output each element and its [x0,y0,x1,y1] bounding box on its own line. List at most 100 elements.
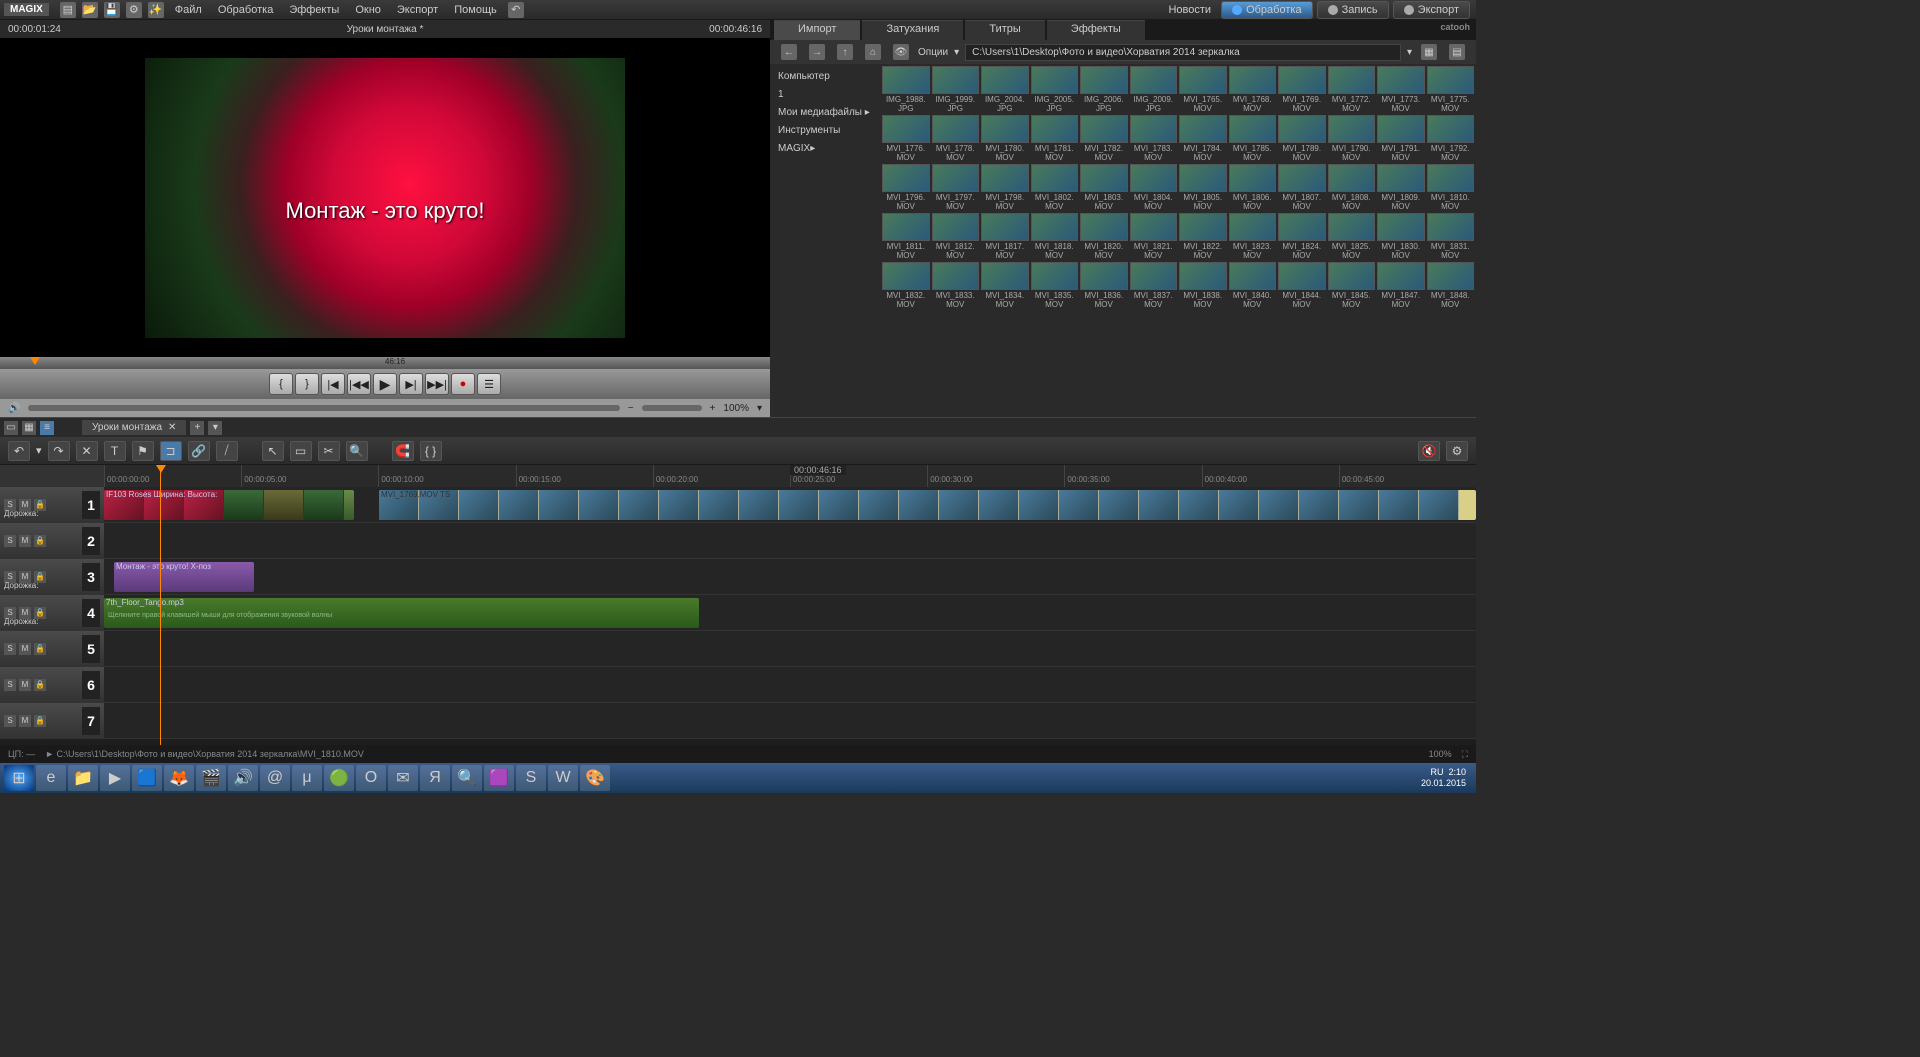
icq-icon[interactable]: 🟢 [324,765,354,791]
opera-icon[interactable]: O [356,765,386,791]
media-thumb[interactable]: MVI_1769.MOV [1278,66,1326,113]
timeline-playhead[interactable] [160,465,161,745]
view-mode-1-icon[interactable]: ▭ [4,421,18,435]
video-preview[interactable]: Монтаж - это круто! [0,38,770,357]
media-thumb[interactable]: MVI_1810.MOV [1427,164,1475,211]
redo-button[interactable]: ↷ [48,441,70,461]
list-view-icon[interactable]: ▤ [1449,44,1465,60]
options-dropdown[interactable]: Опции [918,47,948,58]
explorer-icon[interactable]: 📁 [68,765,98,791]
menu-Обработка[interactable]: Обработка [210,2,281,18]
media-thumb[interactable]: MVI_1789.MOV [1278,115,1326,162]
media-thumb[interactable]: MVI_1848.MOV [1427,262,1475,309]
media-tab-1[interactable]: Затухания [862,20,963,40]
media-tab-2[interactable]: Титры [965,20,1044,40]
goto-end-button[interactable]: ▶▶| [425,373,449,395]
media-thumb[interactable]: MVI_1804.MOV [1130,164,1178,211]
menu-Экспорт[interactable]: Экспорт [389,2,446,18]
start-button[interactable]: ⊞ [4,765,34,791]
ie-icon[interactable]: e [36,765,66,791]
track-head-3[interactable]: SM🔒Дорожка:3 [0,559,104,594]
magix-taskbar-icon[interactable]: 🎨 [580,765,610,791]
media-thumb[interactable]: MVI_1823.MOV [1229,213,1277,260]
add-project-button[interactable]: + [190,421,204,435]
view-mode-2-icon[interactable]: ▦ [22,421,36,435]
project-tab[interactable]: Уроки монтажа ✕ [82,420,186,435]
news-link[interactable]: Новости [1160,2,1219,18]
mixer-icon[interactable]: ⚙ [1446,441,1468,461]
wmp-icon[interactable]: ▶ [100,765,130,791]
catooh-logo[interactable]: catooh [1434,20,1476,40]
media-tab-3[interactable]: Эффекты [1047,20,1145,40]
cut-tool[interactable]: ✂ [318,441,340,461]
media-thumb[interactable]: MVI_1825.MOV [1328,213,1376,260]
media-thumb[interactable]: MVI_1834.MOV [981,262,1029,309]
record-button[interactable]: ● [451,373,475,395]
media-thumb[interactable]: MVI_1784.MOV [1179,115,1227,162]
media-thumb[interactable]: MVI_1831.MOV [1427,213,1475,260]
media-thumb[interactable]: MVI_1836.MOV [1080,262,1128,309]
media-thumb[interactable]: MVI_1809.MOV [1377,164,1425,211]
track-content-7[interactable] [104,703,1476,738]
track-head-1[interactable]: SM🔒Дорожка:1 [0,487,104,522]
track-head-7[interactable]: SM🔒7 [0,703,104,738]
taskbar-lang[interactable]: RU [1430,767,1443,777]
range-end-button[interactable]: } [295,373,319,395]
solo-button[interactable]: S [4,535,16,547]
export-mode-button[interactable]: Экспорт [1393,1,1470,19]
tree-folder-1[interactable]: 1 [778,86,872,104]
media-thumb[interactable]: MVI_1790.MOV [1328,115,1376,162]
mute-button[interactable]: M [19,535,31,547]
range-start-button[interactable]: { [269,373,293,395]
prev-frame-button[interactable]: |◀ [321,373,345,395]
media-thumb[interactable]: MVI_1791.MOV [1377,115,1425,162]
word-icon[interactable]: W [548,765,578,791]
tree-mymedia[interactable]: Мои медиафайлы ▸ [778,104,872,122]
arrow-tool[interactable]: ↖ [262,441,284,461]
taskbar-date[interactable]: 20.01.2015 [1421,778,1466,788]
media-thumb[interactable]: MVI_1796.MOV [882,164,930,211]
tree-magix-tools[interactable]: Инструменты MAGIX▸ [778,122,872,158]
media-thumb[interactable]: MVI_1808.MOV [1328,164,1376,211]
yandex-icon[interactable]: Я [420,765,450,791]
scrub-bar[interactable]: 46:16 [0,357,770,369]
media-thumb[interactable]: MVI_1780.MOV [981,115,1029,162]
track-head-2[interactable]: SM🔒2 [0,523,104,558]
lock-icon[interactable]: 🔒 [34,535,46,547]
media-thumb[interactable]: IMG_2005.JPG [1031,66,1079,113]
speaker-left-icon[interactable]: 🔊 [8,403,20,414]
media-thumb[interactable]: MVI_1782.MOV [1080,115,1128,162]
media-thumb[interactable]: MVI_1844.MOV [1278,262,1326,309]
link-button[interactable]: 🔗 [188,441,210,461]
undo-button[interactable]: ↶ [8,441,30,461]
audio-slider[interactable] [28,405,619,411]
media-tree[interactable]: Компьютер 1 Мои медиафайлы ▸ Инструменты… [770,64,880,417]
media-thumb[interactable]: MVI_1781.MOV [1031,115,1079,162]
lock-icon[interactable]: 🔒 [34,715,46,727]
mail-icon[interactable]: @ [260,765,290,791]
menu-Файл[interactable]: Файл [167,2,210,18]
media-thumb[interactable]: MVI_1776.MOV [882,115,930,162]
app-icon-2[interactable]: ✉ [388,765,418,791]
view-mode-3-icon[interactable]: ≡ [40,421,54,435]
media-thumb[interactable]: MVI_1772.MOV [1328,66,1376,113]
media-thumb[interactable]: MVI_1803.MOV [1080,164,1128,211]
media-thumb[interactable]: MVI_1792.MOV [1427,115,1475,162]
delete-button[interactable]: ✕ [76,441,98,461]
select-tool[interactable]: ▭ [290,441,312,461]
new-icon[interactable]: ▤ [60,2,76,18]
track-content-5[interactable] [104,631,1476,666]
media-thumb[interactable]: MVI_1835.MOV [1031,262,1079,309]
clip-images[interactable]: IF103 Roses Ширина: Высота: [104,490,354,520]
taskbar-time[interactable]: 2:10 [1448,767,1466,777]
close-tab-icon[interactable]: ✕ [168,422,176,433]
save-icon[interactable]: 💾 [104,2,120,18]
media-thumb[interactable]: MVI_1818.MOV [1031,213,1079,260]
search-icon[interactable]: 🔍 [452,765,482,791]
title-tool-button[interactable]: T [104,441,126,461]
media-thumb[interactable]: MVI_1838.MOV [1179,262,1227,309]
media-thumb[interactable]: MVI_1773.MOV [1377,66,1425,113]
media-thumb[interactable]: IMG_2006.JPG [1080,66,1128,113]
sound-icon[interactable]: 🔊 [228,765,258,791]
media-thumb[interactable]: MVI_1768.MOV [1229,66,1277,113]
